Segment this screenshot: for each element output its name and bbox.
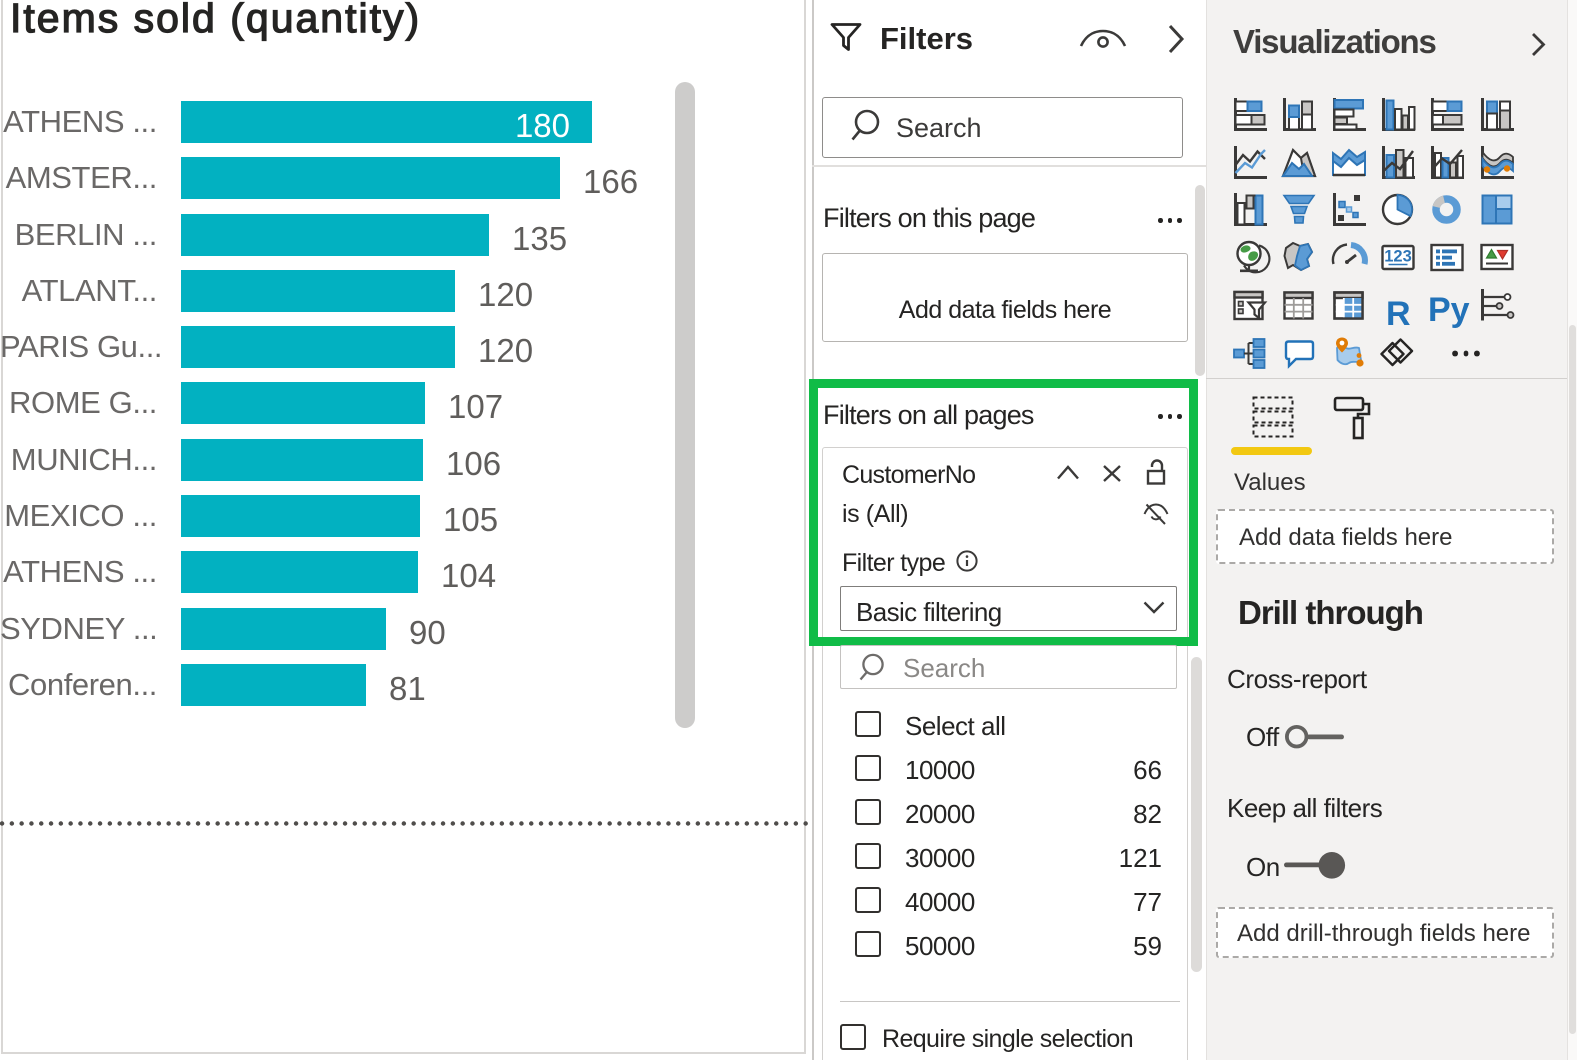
svg-text:123: 123 (1384, 247, 1412, 265)
